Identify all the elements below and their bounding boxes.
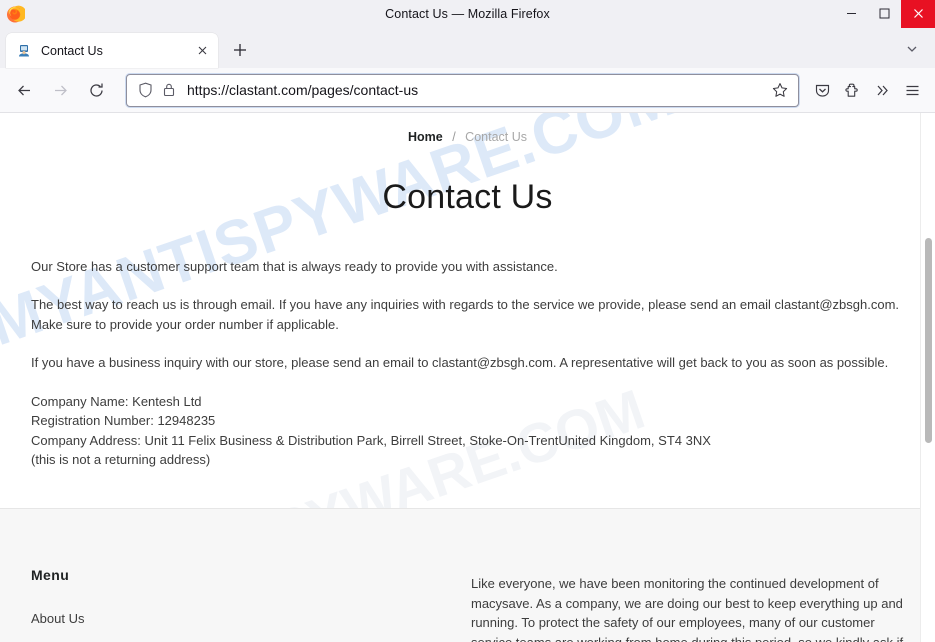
star-bookmark-icon[interactable] — [770, 80, 790, 100]
footer-link-about-us[interactable]: About Us — [31, 611, 471, 626]
tracking-protection-shield-icon[interactable] — [137, 82, 154, 99]
pocket-icon[interactable] — [807, 75, 837, 105]
hamburger-menu-icon[interactable] — [897, 75, 927, 105]
scrollbar-thumb[interactable] — [925, 238, 932, 443]
company-name-line: Company Name: Kentesh Ltd — [31, 393, 202, 409]
page-viewport: MYANTISPYWARE.COM MYANTISPYWARE.COM Home… — [0, 113, 935, 642]
returning-address-note: (this is not a returning address) — [31, 452, 211, 468]
double-chevron-overflow-icon[interactable] — [867, 75, 897, 105]
list-all-tabs-button[interactable] — [897, 34, 927, 64]
back-button[interactable] — [8, 74, 40, 106]
breadcrumb-separator: / — [452, 130, 456, 144]
tab-title: Contact Us — [41, 43, 103, 58]
breadcrumb-home-link[interactable]: Home — [408, 130, 443, 144]
new-tab-button[interactable] — [224, 34, 256, 66]
close-tab-icon[interactable] — [194, 42, 211, 59]
footer-about-text: Like everyone, we have been monitoring t… — [471, 576, 904, 642]
window-title: Contact Us — Mozilla Firefox — [385, 6, 550, 21]
email-contact-paragraph: The best way to reach us is through emai… — [31, 297, 900, 333]
window-controls — [835, 0, 935, 28]
footer-about-column: Like everyone, we have been monitoring t… — [471, 567, 904, 642]
footer-menu-column: Menu About Us Privacy Policy — [31, 567, 471, 642]
breadcrumb: Home / Contact Us — [0, 113, 935, 144]
registration-number-line: Registration Number: 12948235 — [31, 413, 216, 429]
browser-tab[interactable]: Contact Us — [6, 33, 218, 68]
company-details: Company Name: Kentesh Ltd Registration N… — [31, 392, 904, 470]
business-inquiry-paragraph: If you have a business inquiry with our … — [31, 355, 889, 371]
page-title: Contact Us — [382, 178, 553, 216]
page-body: Our Store has a customer support team th… — [0, 257, 935, 470]
title-bar: Contact Us — Mozilla Firefox — [0, 0, 935, 28]
navigation-toolbar: https://clastant.com/pages/contact-us — [0, 68, 935, 113]
address-bar[interactable]: https://clastant.com/pages/contact-us — [126, 73, 799, 107]
company-address-line: Company Address: Unit 11 Felix Business … — [31, 432, 711, 448]
tab-strip: Contact Us — [0, 28, 935, 68]
extensions-puzzle-icon[interactable] — [837, 75, 867, 105]
browser-window: Contact Us — Mozilla Firefox Contact Us … — [0, 0, 935, 642]
intro-paragraph: Our Store has a customer support team th… — [31, 259, 558, 274]
web-page: MYANTISPYWARE.COM MYANTISPYWARE.COM Home… — [0, 113, 935, 642]
breadcrumb-current: Contact Us — [465, 130, 528, 144]
site-footer: Menu About Us Privacy Policy Like everyo… — [0, 509, 935, 642]
forward-button[interactable] — [44, 74, 76, 106]
maximize-button[interactable] — [868, 0, 901, 28]
footer-menu-heading: Menu — [31, 567, 70, 583]
firefox-logo-icon — [5, 4, 25, 24]
page-scrollbar[interactable] — [920, 113, 935, 642]
padlock-icon[interactable] — [160, 82, 177, 99]
reload-button[interactable] — [80, 74, 112, 106]
url-text[interactable]: https://clastant.com/pages/contact-us — [187, 82, 770, 98]
minimize-button[interactable] — [835, 0, 868, 28]
site-favicon-icon — [16, 43, 32, 59]
page-content: Home / Contact Us Contact Us Our Store h… — [0, 113, 935, 470]
close-window-button[interactable] — [901, 0, 935, 28]
